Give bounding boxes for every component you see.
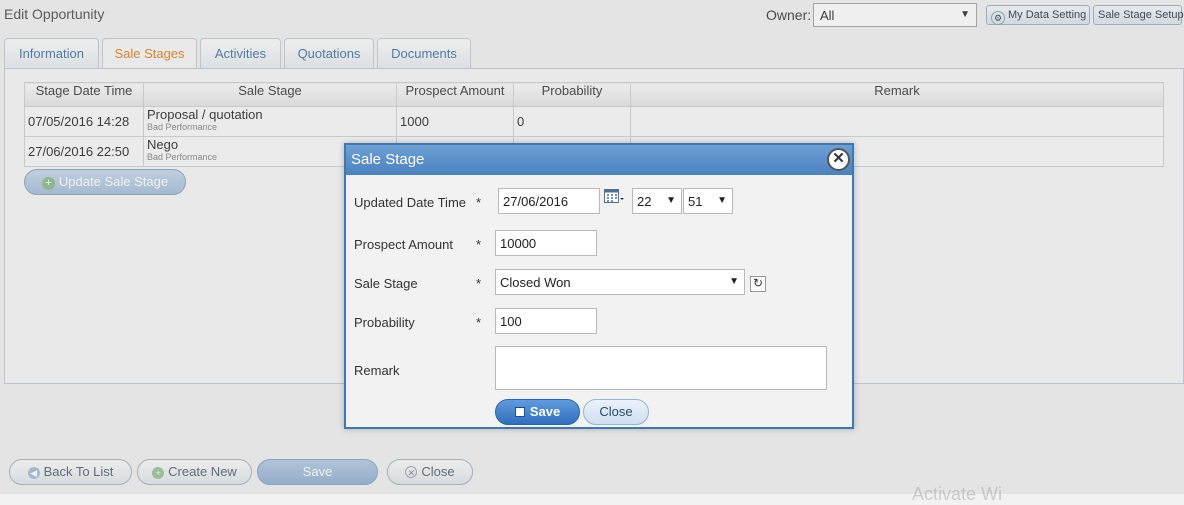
sale-stage-dialog: Sale Stage ✕ Updated Date Time * 22 ▼ 51… [344,143,854,429]
disk-icon [514,407,525,417]
dialog-title: Sale Stage [346,145,852,175]
hour-select[interactable]: 22 ▼ [632,188,682,214]
probability-input[interactable] [495,308,597,334]
dialog-save-button[interactable]: Save [495,399,580,425]
chevron-down-icon: ▼ [666,195,676,206]
remark-textarea[interactable] [495,346,827,390]
required-marker: * [476,195,482,210]
required-marker: * [476,237,482,252]
remark-label: Remark [354,363,400,378]
dialog-close-button[interactable]: Close [583,399,649,425]
minute-select[interactable]: 51 ▼ [683,188,733,214]
dialog-save-label: Save [529,404,561,419]
probability-label: Probability [354,315,415,330]
prospect-amount-input[interactable] [495,230,597,256]
required-marker: * [476,276,482,291]
sale-stage-select[interactable]: Closed Won ▼ [495,269,745,295]
chevron-down-icon: ▼ [717,195,727,206]
minute-value: 51 [688,194,703,209]
updated-date-time-label: Updated Date Time [354,195,467,210]
refresh-icon[interactable]: ↻ [750,276,766,292]
calendar-icon[interactable] [604,189,624,205]
hour-value: 22 [637,194,652,209]
prospect-amount-label: Prospect Amount [354,237,453,252]
sale-stage-value: Closed Won [500,275,571,290]
chevron-down-icon: ▼ [729,276,739,287]
date-input[interactable] [498,188,600,214]
required-marker: * [476,315,482,330]
sale-stage-label: Sale Stage [354,276,418,291]
close-icon[interactable]: ✕ [827,148,850,171]
